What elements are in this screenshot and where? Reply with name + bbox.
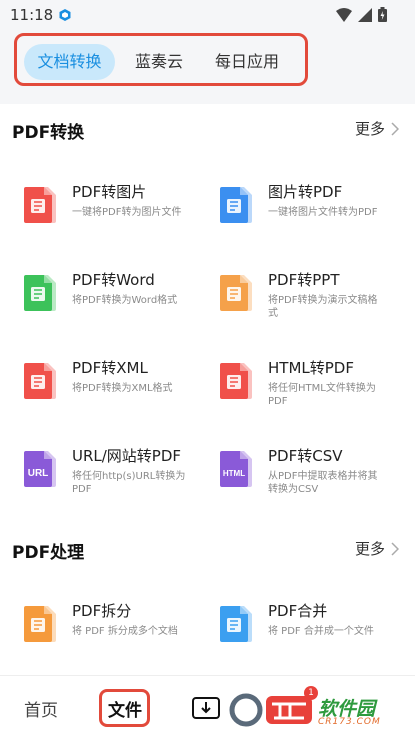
tool-item[interactable]: 图片转PDF 一键将图片文件转为PDF (218, 181, 408, 261)
bottom-nav: 首页 文件 软件园 CR173.COM 1 (0, 675, 415, 738)
tool-item-title: URL/网站转PDF (72, 447, 182, 465)
tool-item-title: HTML转PDF (268, 359, 354, 377)
tool-item-title: PDF转CSV (268, 447, 343, 465)
url-to-pdf-icon: URL (24, 451, 56, 487)
pdf-to-image-icon (24, 187, 56, 223)
tool-item-description: 将PDF转换为XML格式 (72, 383, 173, 394)
tool-item[interactable]: HTML转PDF 将任何HTML文件转换为PDF (218, 357, 408, 437)
tool-item-description: 将任何http(s)URL转换为PDF (72, 471, 186, 495)
section-title: PDF处理 (12, 543, 85, 563)
tab-document-convert[interactable]: 文档转换 (24, 44, 115, 80)
tool-item[interactable]: URL URL/网站转PDF 将任何http(s)URL转换为PDF (22, 445, 212, 525)
tool-item-title: PDF转XML (72, 359, 148, 377)
tool-item[interactable]: HTML PDF转CSV 从PDF中提取表格并将其转换为CSV (218, 445, 408, 525)
status-bar: 11:18 (0, 0, 415, 30)
tool-item-title: PDF拆分 (72, 602, 132, 620)
download-icon[interactable] (192, 697, 220, 719)
section-title: PDF转换 (12, 123, 85, 143)
notification-badge: 1 (304, 686, 318, 700)
tool-item-description: 将 PDF 拆分成多个文档 (72, 626, 178, 637)
tool-item[interactable]: PDF转Word 将PDF转换为Word格式 (22, 269, 212, 349)
pdf-split-icon (24, 606, 56, 642)
section-header-convert: PDF转换 更多 (0, 104, 415, 154)
tab-lanzou-cloud[interactable]: 蓝奏云 (121, 44, 197, 80)
pdf-to-csv-icon: HTML (220, 451, 252, 487)
nav-home[interactable]: 首页 (24, 696, 58, 721)
tool-item[interactable]: PDF转PPT 将PDF转换为演示文稿格式 (218, 269, 408, 349)
tool-item-description: 一键将图片文件转为PDF (268, 207, 378, 218)
svg-text:HTML: HTML (223, 469, 245, 478)
section-header-process: PDF处理 更多 (0, 524, 415, 574)
pdf-merge-icon (220, 606, 252, 642)
chevron-right-icon (391, 541, 399, 556)
wifi-icon (336, 7, 352, 22)
tool-item-description: 一键将PDF转为图片文件 (72, 207, 182, 218)
tool-item-title: PDF转图片 (72, 183, 147, 201)
pdf-to-ppt-icon (220, 275, 252, 311)
pdf-to-word-icon (24, 275, 56, 311)
top-tab-area: 文档转换 蓝奏云 每日应用 (0, 30, 415, 104)
tool-item[interactable]: PDF拆分将 PDF 拆分成多个文档 (22, 600, 212, 680)
svg-text:URL: URL (28, 468, 49, 479)
pdf-to-xml-icon (24, 363, 56, 399)
tool-item-title: PDF转PPT (268, 271, 340, 289)
more-button[interactable]: 更多 (355, 538, 399, 559)
html-to-pdf-icon (220, 363, 252, 399)
tool-item-description: 将PDF转换为演示文稿格式 (268, 295, 378, 319)
watermark-sub: CR173.COM (318, 717, 381, 727)
tool-item[interactable]: PDF转图片一键将PDF转为图片文件 (22, 181, 212, 261)
tool-item-description: 将PDF转换为Word格式 (72, 295, 178, 306)
more-label: 更多 (354, 120, 385, 138)
watermark-mark (229, 693, 312, 727)
app-notification-icon (59, 9, 71, 21)
battery-icon (378, 7, 387, 22)
tool-item[interactable]: PDF转XML 将PDF转换为XML格式 (22, 357, 212, 437)
tool-item[interactable]: PDF合并将 PDF 合并成一个文件 (218, 600, 408, 680)
tool-item-description: 将 PDF 合并成一个文件 (268, 626, 374, 637)
more-button[interactable]: 更多 (355, 118, 399, 139)
status-time: 11:18 (10, 6, 54, 24)
nav-file[interactable]: 文件 (108, 696, 142, 721)
tool-item-title: PDF合并 (268, 602, 328, 620)
tool-item-description: 将任何HTML文件转换为PDF (268, 383, 376, 407)
tool-item-title: PDF转Word (72, 271, 155, 289)
tab-bar: 文档转换 蓝奏云 每日应用 (14, 33, 308, 86)
more-label: 更多 (354, 540, 385, 558)
signal-icon (358, 7, 372, 22)
image-to-pdf-icon (220, 187, 252, 223)
tab-daily-apps[interactable]: 每日应用 (203, 44, 291, 80)
tool-item-description: 从PDF中提取表格并将其转换为CSV (268, 471, 378, 495)
chevron-right-icon (391, 121, 399, 136)
tool-item-title: 图片转PDF (268, 183, 343, 201)
